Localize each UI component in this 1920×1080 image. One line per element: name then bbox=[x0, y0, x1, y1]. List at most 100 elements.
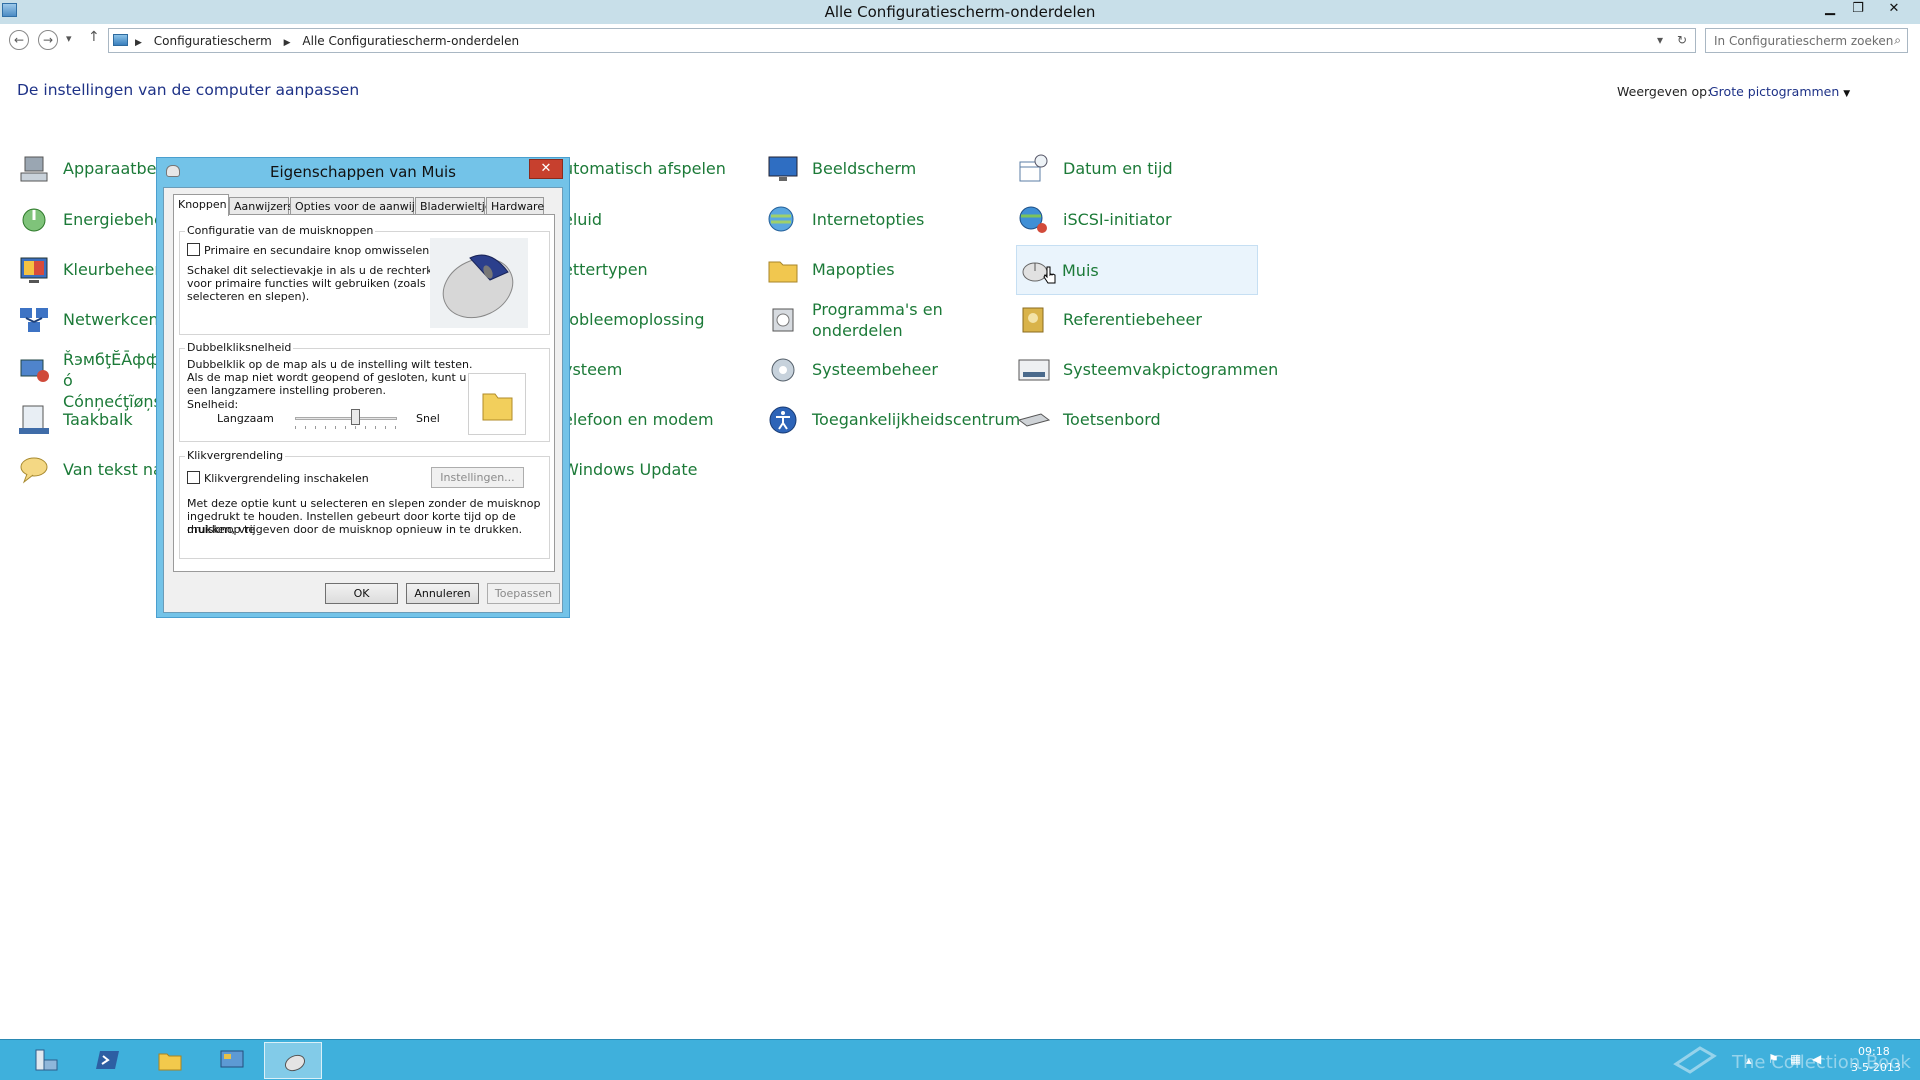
taskbar-server-manager[interactable] bbox=[16, 1042, 74, 1079]
item-display[interactable]: Beeldscherm bbox=[766, 145, 1006, 193]
display-icon bbox=[768, 156, 798, 181]
dblclick-description-line: Als de map niet wordt geopend of geslote… bbox=[187, 371, 467, 384]
file-explorer-icon bbox=[158, 1053, 182, 1071]
dialog-close-button[interactable]: ✕ bbox=[529, 159, 563, 179]
swap-description-line: selecteren en slepen). bbox=[187, 290, 310, 303]
dialog-title: Eigenschappen van Muis bbox=[270, 163, 456, 181]
item-label: Beeldscherm bbox=[812, 159, 917, 178]
tab-pointers[interactable]: Aanwijzers bbox=[229, 197, 293, 215]
address-bar[interactable]: ▶ Configuratiescherm ▶ Alle Configuratie… bbox=[108, 28, 1696, 53]
cancel-button[interactable]: Annuleren bbox=[406, 583, 479, 604]
notification-icons-icon bbox=[1018, 359, 1050, 381]
back-button[interactable]: ← bbox=[9, 30, 29, 50]
close-button[interactable]: ✕ bbox=[1881, 0, 1907, 20]
address-dropdown-icon[interactable]: ▾ bbox=[1657, 33, 1663, 47]
internet-options-icon bbox=[768, 206, 794, 232]
color-management-icon bbox=[20, 257, 48, 283]
item-label: Mapopties bbox=[812, 260, 895, 279]
network-icon[interactable]: ▦ bbox=[1790, 1052, 1801, 1066]
item-iscsi-initiator[interactable]: iSCSI-initiator bbox=[1017, 196, 1257, 244]
item-label: elefoon en modem bbox=[563, 410, 714, 429]
swap-buttons-checkbox[interactable] bbox=[187, 243, 200, 256]
forward-button[interactable]: → bbox=[38, 30, 58, 50]
clock-date[interactable]: 3-5-2013 bbox=[1851, 1061, 1901, 1074]
item-label: Toegankelijkheidscentrum bbox=[812, 410, 1021, 429]
folder-icon[interactable] bbox=[469, 374, 527, 436]
iscsi-initiator-icon bbox=[1019, 206, 1047, 233]
device-manager-icon bbox=[20, 156, 48, 182]
volume-icon[interactable]: ◀ bbox=[1812, 1052, 1821, 1066]
mouse-icon bbox=[284, 1054, 306, 1072]
breadcrumb-separator-icon[interactable]: ▶ bbox=[284, 38, 291, 48]
taskbar: The Collection Book ▴ ⚑ ▦ ◀ 09:18 3-5-20… bbox=[0, 1039, 1920, 1080]
item-keyboard[interactable]: Toetsenbord bbox=[1017, 396, 1257, 444]
clock-time[interactable]: 09:18 bbox=[1858, 1045, 1890, 1058]
taskbar-powershell[interactable] bbox=[78, 1042, 136, 1079]
click-lock-settings-button[interactable]: Instellingen... bbox=[431, 467, 524, 488]
refresh-icon[interactable]: ↻ bbox=[1677, 33, 1687, 47]
search-input[interactable]: In Configuratiescherm zoeken ⌕ bbox=[1705, 28, 1908, 53]
server-manager-icon bbox=[35, 1049, 58, 1071]
click-lock-description-line: drukken, vrijgeven door de muisknop opni… bbox=[187, 523, 523, 536]
item-admin-tools[interactable]: Systeembeheer bbox=[766, 346, 1006, 394]
click-lock-checkbox[interactable] bbox=[187, 471, 200, 484]
item-label: Taakbalk bbox=[63, 410, 133, 429]
item-label: ysteem bbox=[563, 360, 623, 379]
view-by-dropdown[interactable]: Grote pictogrammen ▼ bbox=[1709, 84, 1850, 99]
item-internet-options[interactable]: Internetopties bbox=[766, 196, 1006, 244]
tab-hardware[interactable]: Hardware bbox=[486, 197, 544, 215]
recent-chevron-icon[interactable]: ▾ bbox=[66, 32, 72, 45]
hand-cursor-icon bbox=[1043, 266, 1056, 284]
buttons-tab-panel: Configuratie van de muisknoppen Primaire… bbox=[173, 214, 555, 572]
breadcrumb-separator-icon[interactable]: ▶ bbox=[135, 38, 142, 48]
item-programs-features[interactable]: Programma's en onderdelen bbox=[766, 296, 1006, 344]
item-label: Internetopties bbox=[812, 210, 925, 229]
test-folder-area[interactable] bbox=[468, 373, 526, 435]
up-button[interactable]: ↑ bbox=[88, 29, 100, 45]
double-click-speed-group: Dubbelkliksnelheid Dubbelklik op de map … bbox=[179, 341, 550, 442]
restore-button[interactable]: ❐ bbox=[1845, 0, 1871, 20]
admin-tools-icon bbox=[771, 358, 795, 382]
taskbar-mouse-properties[interactable] bbox=[264, 1042, 322, 1079]
item-label: Kleurbeheer bbox=[63, 260, 161, 279]
tab-pointer-options[interactable]: Opties voor de aanwijzer bbox=[290, 197, 432, 215]
ok-button[interactable]: OK bbox=[325, 583, 398, 604]
chevron-down-icon: ▼ bbox=[1843, 89, 1851, 99]
search-icon[interactable]: ⌕ bbox=[1894, 33, 1901, 48]
remote-connections-icon bbox=[20, 359, 49, 382]
item-mouse[interactable]: Muis bbox=[1016, 245, 1258, 295]
folder-options-icon bbox=[768, 261, 798, 283]
control-panel-icon bbox=[113, 34, 128, 46]
minimize-button[interactable]: ▁ bbox=[1817, 0, 1843, 20]
tray-chevron-icon[interactable]: ▴ bbox=[1746, 1054, 1752, 1067]
taskbar-file-explorer[interactable] bbox=[140, 1042, 198, 1079]
click-lock-label[interactable]: Klikvergrendeling inschakelen bbox=[204, 472, 369, 485]
double-click-speed-slider[interactable] bbox=[295, 409, 397, 429]
book-watermark-icon bbox=[1672, 1044, 1718, 1078]
item-credential-manager[interactable]: Referentiebeheer bbox=[1017, 296, 1257, 344]
tab-buttons[interactable]: Knoppen bbox=[173, 194, 229, 216]
item-notification-icons[interactable]: Systeemvakpictogrammen bbox=[1017, 346, 1278, 394]
item-folder-options[interactable]: Mapopties bbox=[766, 246, 1006, 294]
apply-button[interactable]: Toepassen bbox=[487, 583, 560, 604]
window-title: Alle Configuratiescherm-onderdelen bbox=[824, 3, 1096, 21]
credential-manager-icon bbox=[1022, 307, 1044, 333]
search-placeholder: In Configuratiescherm zoeken bbox=[1714, 34, 1894, 48]
item-label: Systeemvakpictogrammen bbox=[1063, 360, 1279, 379]
action-center-flag-icon[interactable]: ⚑ bbox=[1768, 1052, 1779, 1066]
tab-wheel[interactable]: Bladerwieltje bbox=[415, 197, 492, 215]
item-label: Programma's en onderdelen bbox=[812, 300, 943, 340]
taskbar-icon bbox=[19, 405, 49, 434]
taskbar-control-panel[interactable] bbox=[202, 1042, 260, 1079]
swap-buttons-label[interactable]: Primaire en secundaire knop omwisselen bbox=[204, 244, 429, 257]
item-ease-of-access[interactable]: Toegankelijkheidscentrum bbox=[766, 396, 1020, 444]
item-date-time[interactable]: Datum en tijd bbox=[1017, 145, 1257, 193]
item-label: Toetsenbord bbox=[1063, 410, 1161, 429]
breadcrumb-all-items[interactable]: Alle Configuratiescherm-onderdelen bbox=[302, 34, 519, 48]
power-options-icon bbox=[22, 208, 46, 232]
slider-thumb[interactable] bbox=[351, 409, 360, 425]
swap-description-line: Schakel dit selectievakje in als u de re… bbox=[187, 264, 454, 277]
programs-features-icon bbox=[772, 308, 794, 332]
item-label: robleemoplossing bbox=[563, 310, 705, 329]
breadcrumb-control-panel[interactable]: Configuratiescherm bbox=[154, 34, 272, 48]
